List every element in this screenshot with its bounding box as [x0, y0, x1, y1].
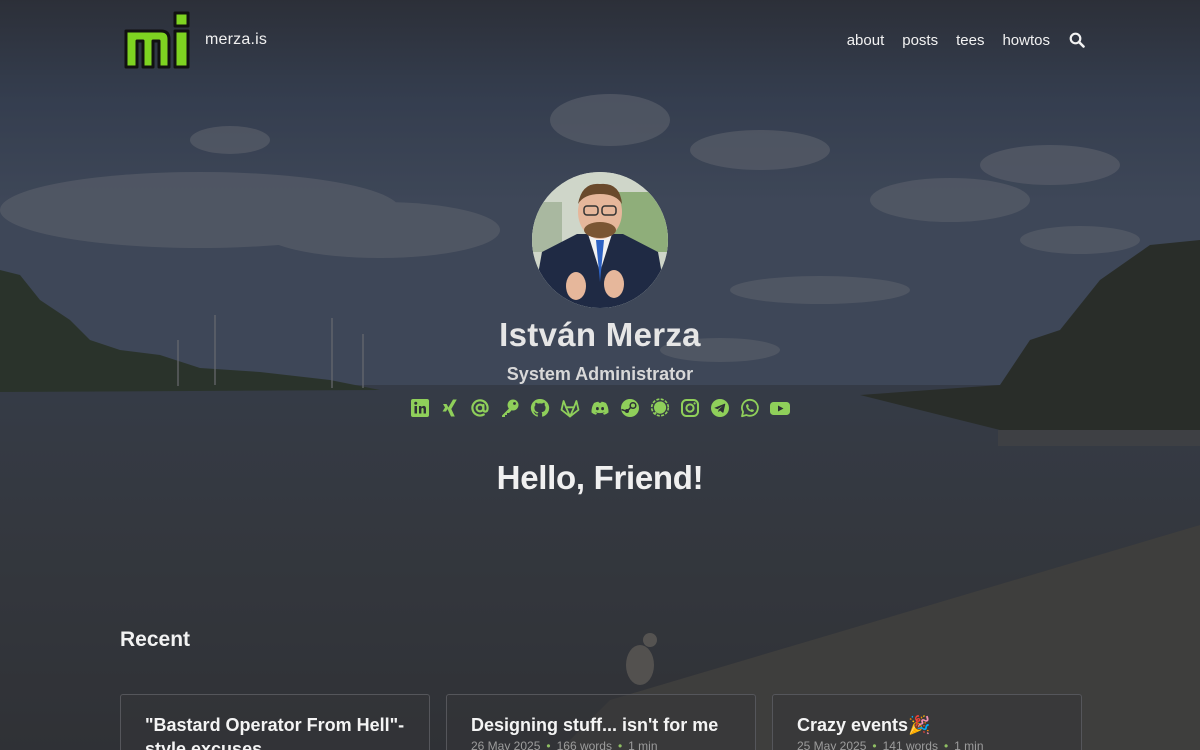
profile-title: System Administrator	[506, 364, 694, 384]
post-read-time: 1 min	[954, 739, 984, 750]
post-date: 26 May 2025	[471, 739, 541, 750]
steam-icon[interactable]	[619, 397, 641, 419]
discord-icon[interactable]	[589, 397, 611, 419]
post-word-count: 166 words	[556, 739, 612, 750]
nav-about[interactable]: about	[847, 32, 885, 49]
post-card[interactable]: Crazy events🎉 25 May 2025 • 141 words • 1 mi…	[772, 694, 1082, 750]
social-links	[0, 397, 1200, 419]
post-meta: 25 May 2025 • 141 words • 1 min	[797, 739, 1057, 750]
meta-separator: •	[617, 739, 623, 750]
nav-posts[interactable]: posts	[902, 32, 938, 49]
recent-posts: "Bastard Operator From Hell"-style excus…	[120, 694, 1082, 750]
recent-heading: Recent	[120, 628, 191, 651]
signal-icon[interactable]	[649, 397, 671, 419]
xing-icon[interactable]	[439, 397, 461, 419]
post-read-time: 1 min	[628, 739, 658, 750]
greeting-heading: Hello, Friend!	[496, 459, 704, 496]
post-title[interactable]: Designing stuff... isn't for me	[471, 713, 731, 737]
post-card[interactable]: "Bastard Operator From Hell"-style excus…	[120, 694, 430, 750]
nav-howtos[interactable]: howtos	[1002, 32, 1050, 49]
avatar	[532, 172, 668, 308]
github-icon[interactable]	[529, 397, 551, 419]
instagram-icon[interactable]	[679, 397, 701, 419]
youtube-icon[interactable]	[769, 397, 791, 419]
post-title[interactable]: Crazy events🎉	[797, 713, 1057, 737]
logo-icon[interactable]	[123, 9, 191, 71]
nav-tees[interactable]: tees	[956, 32, 984, 49]
profile-name: István Merza	[499, 316, 701, 353]
site-name[interactable]: merza.is	[205, 31, 267, 49]
post-date: 25 May 2025	[797, 739, 867, 750]
key-icon[interactable]	[499, 397, 521, 419]
post-word-count: 141 words	[882, 739, 938, 750]
site-header: merza.is about posts tees howtos	[0, 0, 1200, 80]
meta-separator: •	[546, 739, 551, 750]
telegram-icon[interactable]	[709, 397, 731, 419]
brand[interactable]: merza.is	[123, 9, 267, 71]
gitlab-icon[interactable]	[559, 397, 581, 419]
profile-section: István Merza System Administrator Hello,…	[0, 172, 1200, 497]
whatsapp-icon[interactable]	[739, 397, 761, 419]
email-icon[interactable]	[469, 397, 491, 419]
post-meta: 26 May 2025 • 166 words • 1 min	[471, 739, 731, 750]
post-card[interactable]: Designing stuff... isn't for me 26 May 2…	[446, 694, 756, 750]
main-nav: about posts tees howtos	[847, 31, 1086, 49]
search-icon[interactable]	[1068, 31, 1086, 49]
meta-separator: •	[872, 739, 877, 750]
linkedin-icon[interactable]	[409, 397, 431, 419]
post-title[interactable]: "Bastard Operator From Hell"-style excus…	[145, 713, 405, 750]
meta-separator: •	[943, 739, 949, 750]
